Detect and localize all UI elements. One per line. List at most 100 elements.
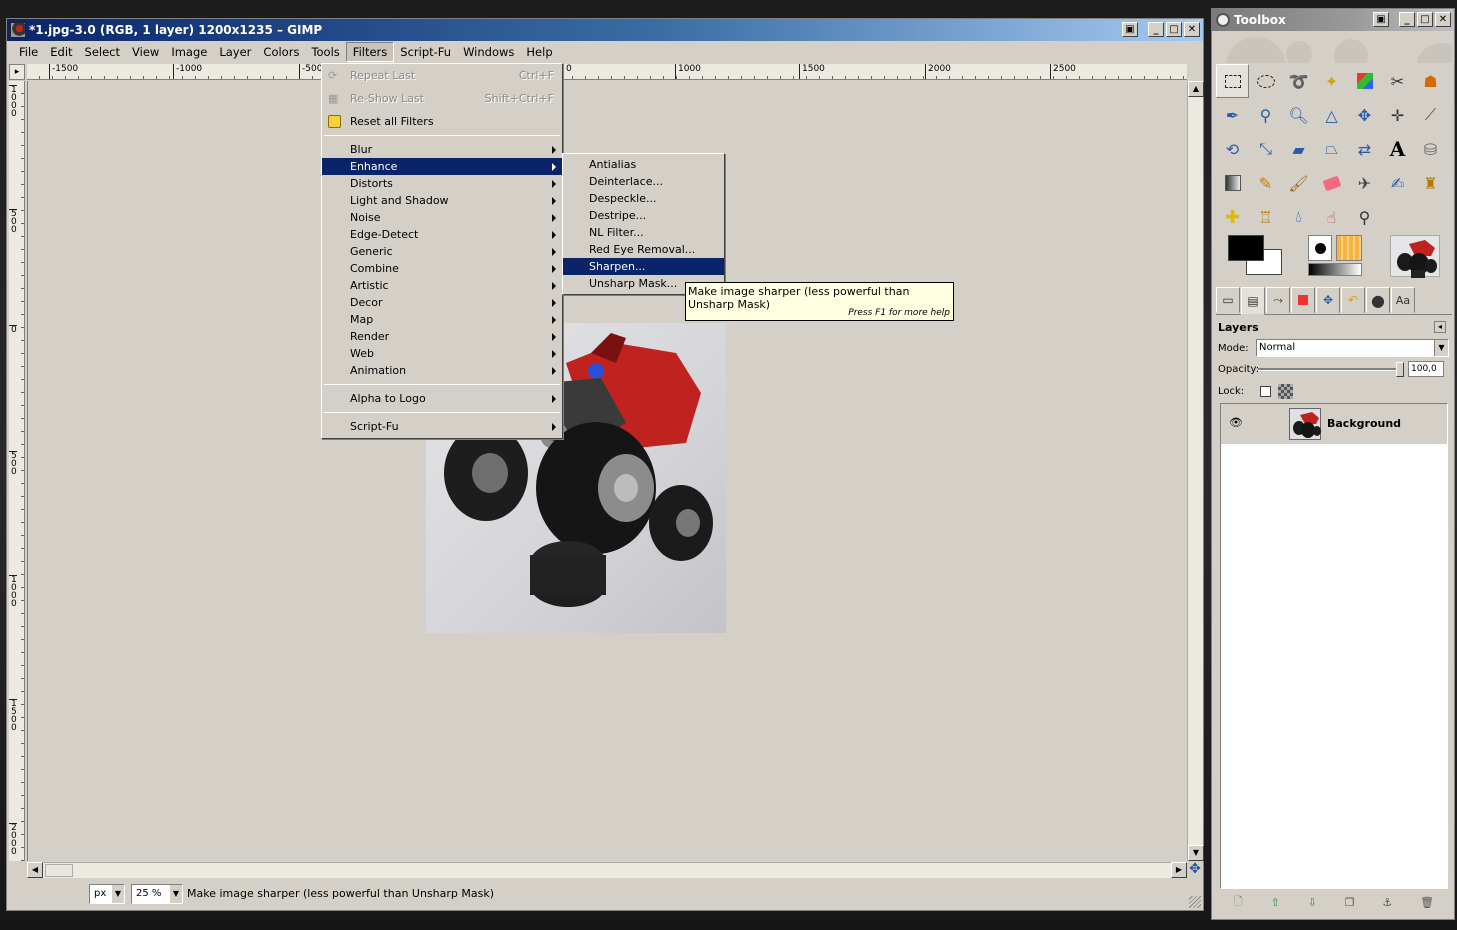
menu-item-map[interactable]: Map [322,311,562,328]
dock-menu-icon[interactable]: ◂ [1434,321,1446,333]
lock-alpha-icon[interactable] [1278,384,1293,399]
menu-item-artistic[interactable]: Artistic [322,277,562,294]
menu-windows[interactable]: Windows [457,43,520,61]
new-layer-icon[interactable]: 🗋︎ [1234,893,1243,912]
vertical-scrollbar[interactable]: ▲ ▼ [1187,81,1204,861]
menu-item-web[interactable]: Web [322,345,562,362]
horizontal-ruler[interactable]: -1500 -1000 -500 0 1000 1500 2000 2500 [27,64,1187,80]
raise-layer-icon[interactable]: ⇧ [1271,896,1280,909]
restore-icon[interactable]: ▣ [1373,12,1389,27]
maximize-button[interactable]: □ [1417,12,1433,27]
close-button[interactable]: ✕ [1184,22,1200,37]
restore-icon[interactable]: ▣ [1122,22,1138,37]
horizontal-scrollbar[interactable]: ◀ ▶ [27,862,1187,878]
maximize-button[interactable]: □ [1166,22,1182,37]
color-picker-tool[interactable]: ⚲ [1249,98,1282,132]
menu-file[interactable]: File [13,43,44,61]
smudge-tool[interactable]: ☝ [1315,200,1348,234]
menu-item-alpha-to-logo[interactable]: Alpha to Logo [322,390,562,407]
close-button[interactable]: ✕ [1435,12,1451,27]
menu-item-reshow-last[interactable]: ▦ Re-Show Last Shift+Ctrl+F [322,90,562,107]
anchor-layer-icon[interactable]: ⚓︎ [1382,896,1392,909]
layer-name[interactable]: Background [1327,417,1401,430]
menu-view[interactable]: View [126,43,165,61]
pattern-preview[interactable] [1336,235,1362,261]
active-image-thumbnail[interactable] [1390,235,1440,278]
zoom-selector[interactable]: 25 % ▼ [131,884,183,904]
menu-item-edge-detect[interactable]: Edge-Detect [322,226,562,243]
menu-item-generic[interactable]: Generic [322,243,562,260]
menu-colors[interactable]: Colors [257,43,305,61]
scissors-tool[interactable]: ✂ [1381,64,1414,98]
toolbox-titlebar[interactable]: Toolbox ▣ _ □ ✕ [1212,9,1454,31]
tab-pointer[interactable]: ✥ [1316,287,1340,313]
scroll-left-button[interactable]: ◀ [27,862,43,878]
opacity-slider[interactable] [1258,368,1404,371]
text-tool[interactable]: A [1381,132,1414,166]
tab-tool-options[interactable]: ▭ [1216,287,1240,313]
menu-filters[interactable]: Filters [345,42,395,62]
gradient-preview[interactable] [1308,263,1362,276]
menu-image[interactable]: Image [165,43,213,61]
tab-undo-history[interactable]: ↶ [1341,287,1365,313]
foreground-color[interactable] [1228,235,1264,261]
menu-item-despeckle[interactable]: Despeckle... [563,190,724,207]
scroll-up-button[interactable]: ▲ [1188,81,1204,97]
tab-layers[interactable]: ▤ [1241,287,1265,315]
mode-selector[interactable]: Normal ▼ [1256,339,1449,357]
rotate-tool[interactable]: ⟲ [1216,132,1249,166]
scroll-thumb[interactable] [45,864,73,877]
fuzzy-select-tool[interactable]: ✦ [1315,64,1348,98]
scale-tool[interactable]: ⤡ [1249,132,1282,166]
menu-item-blur[interactable]: Blur [322,141,562,158]
menu-select[interactable]: Select [79,43,126,61]
chevron-down-icon[interactable]: ▼ [1434,340,1448,356]
unit-selector[interactable]: px ▼ [89,884,125,904]
pencil-tool[interactable]: ✎ [1249,166,1282,200]
menu-item-deinterlace[interactable]: Deinterlace... [563,173,724,190]
ellipse-select-tool[interactable] [1249,64,1282,98]
scroll-right-button[interactable]: ▶ [1171,862,1187,878]
perspective-clone-tool[interactable]: ♖ [1249,200,1282,234]
menu-item-enhance[interactable]: Enhance [322,158,562,175]
menu-item-noise[interactable]: Noise [322,209,562,226]
menu-item-script-fu[interactable]: Script-Fu [322,418,562,435]
free-select-tool[interactable]: ➰ [1282,64,1315,98]
align-tool[interactable]: ✛ [1381,98,1414,132]
layer-row[interactable]: 👁︎ Background [1221,404,1447,444]
navigate-icon[interactable]: ✥ [1187,862,1203,878]
menu-item-light-and-shadow[interactable]: Light and Shadow [322,192,562,209]
menu-item-destripe[interactable]: Destripe... [563,207,724,224]
menu-item-repeat-last[interactable]: ⟳ Repeat Last Ctrl+F [322,67,562,84]
ink-tool[interactable]: ✍ [1381,166,1414,200]
clone-tool[interactable]: ♜ [1414,166,1447,200]
image-window-titlebar[interactable]: *1.jpg-3.0 (RGB, 1 layer) 1200x1235 – GI… [7,19,1203,41]
menu-tools[interactable]: Tools [305,43,345,61]
quick-mask-toggle[interactable]: ▸ [9,64,25,80]
menu-edit[interactable]: Edit [44,43,78,61]
paintbrush-tool[interactable]: 🖌︎ [1282,166,1315,200]
tab-brushes[interactable]: ● [1366,287,1390,313]
rect-select-tool[interactable] [1216,64,1249,98]
lock-pixels-checkbox[interactable] [1260,386,1271,397]
brush-preview[interactable] [1308,235,1332,261]
chevron-down-icon[interactable]: ▼ [112,885,124,903]
menu-item-combine[interactable]: Combine [322,260,562,277]
tab-paths[interactable]: ⤳ [1266,287,1290,313]
lower-layer-icon[interactable]: ⇩ [1308,896,1317,909]
layer-list[interactable]: 👁︎ Background [1220,403,1448,889]
menu-item-reset-all-filters[interactable]: Reset all Filters [322,113,562,130]
flip-tool[interactable]: ⇄ [1348,132,1381,166]
measure-tool[interactable]: △ [1315,98,1348,132]
menu-item-render[interactable]: Render [322,328,562,345]
select-by-color-tool[interactable] [1348,64,1381,98]
menu-layer[interactable]: Layer [213,43,257,61]
shear-tool[interactable]: ▰ [1282,132,1315,166]
tab-channels[interactable] [1291,287,1315,313]
menu-item-antialias[interactable]: Antialias [563,156,724,173]
duplicate-layer-icon[interactable]: ❐ [1345,896,1355,909]
paths-tool[interactable]: ✒ [1216,98,1249,132]
opacity-spinbox[interactable]: 100,0 [1408,361,1444,377]
chevron-down-icon[interactable]: ▼ [170,885,182,903]
scroll-down-button[interactable]: ▼ [1188,845,1204,861]
